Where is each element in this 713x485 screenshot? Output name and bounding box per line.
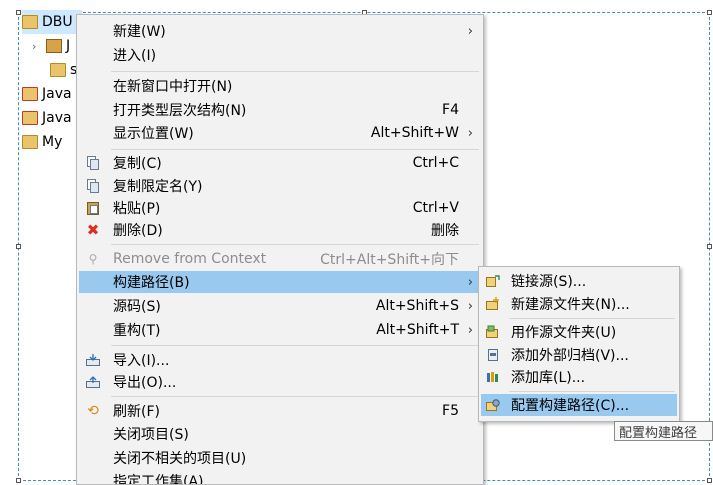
project-folder-icon bbox=[22, 15, 38, 29]
paste-icon bbox=[85, 200, 101, 216]
menu-item-copy-qualified-name[interactable]: 复制限定名(Y) bbox=[79, 175, 481, 197]
tree-item-label: My bbox=[42, 134, 63, 150]
tree-item-label: DBU bbox=[42, 14, 73, 30]
tree-item[interactable]: s bbox=[22, 58, 82, 82]
java-project-icon bbox=[22, 87, 38, 101]
menu-item-close-project[interactable]: 关闭项目(S) bbox=[79, 423, 481, 445]
menu-item-show-in[interactable]: 显示位置(W) Alt+Shift+W › bbox=[79, 122, 481, 144]
configure-build-path-icon bbox=[485, 397, 501, 413]
menu-separator bbox=[111, 149, 479, 150]
menu-item-new[interactable]: 新建(W) › bbox=[79, 20, 481, 42]
menu-item-go-into[interactable]: 进入(I) bbox=[79, 44, 481, 66]
project-folder-icon bbox=[22, 135, 38, 149]
copy-qualified-icon bbox=[85, 178, 101, 194]
menu-item-delete[interactable]: ✖ 删除(D) 删除 bbox=[79, 219, 481, 241]
tooltip: 配置构建路径 bbox=[614, 421, 713, 441]
menu-separator bbox=[111, 396, 479, 397]
resize-handle-top-left[interactable] bbox=[16, 10, 21, 15]
build-path-submenu: 链接源(S)... 新建源文件夹(N)... 用作源文件夹(U) 添加外部归档(… bbox=[478, 266, 680, 422]
package-icon bbox=[50, 63, 66, 77]
tree-item-label: Java bbox=[42, 86, 72, 102]
remove-context-icon: ⚲ bbox=[88, 252, 98, 266]
tree-item[interactable]: DBU bbox=[22, 10, 82, 34]
menu-item-remove-from-context: ⚲ Remove from Context Ctrl+Alt+Shift+向下 bbox=[79, 248, 481, 270]
tree-item[interactable]: My bbox=[22, 130, 82, 154]
menu-separator bbox=[509, 318, 675, 319]
resize-handle-middle-right[interactable] bbox=[707, 244, 712, 249]
chevron-right-icon: › bbox=[467, 125, 473, 141]
menu-item-source[interactable]: 源码(S) Alt+Shift+S › bbox=[79, 295, 481, 317]
link-source-icon bbox=[485, 273, 501, 289]
menu-separator bbox=[111, 71, 479, 72]
export-icon bbox=[85, 374, 101, 390]
chevron-right-icon: › bbox=[467, 274, 473, 290]
add-library-icon bbox=[485, 369, 501, 385]
resize-handle-bottom-left[interactable] bbox=[16, 478, 21, 483]
add-external-archive-icon bbox=[485, 347, 501, 363]
menu-separator bbox=[509, 391, 675, 392]
menu-item-open-type-hierarchy[interactable]: 打开类型层次结构(N) F4 bbox=[79, 99, 481, 121]
menu-item-copy[interactable]: 复制(C) Ctrl+C bbox=[79, 152, 481, 174]
menu-item-import[interactable]: 导入(I)... bbox=[79, 349, 481, 371]
menu-item-export[interactable]: 导出(O)... bbox=[79, 371, 481, 393]
chevron-right-icon: › bbox=[467, 298, 473, 314]
tree-item[interactable]: Java bbox=[22, 82, 82, 106]
menu-separator bbox=[111, 244, 479, 245]
tree-item-label: J bbox=[66, 38, 71, 54]
menu-item-close-unrelated-projects[interactable]: 关闭不相关的项目(U) bbox=[79, 447, 481, 469]
chevron-right-icon[interactable]: › bbox=[32, 40, 42, 53]
refresh-icon: ⟲ bbox=[87, 403, 99, 419]
context-menu: 新建(W) › 进入(I) 在新窗口中打开(N) 打开类型层次结构(N) F4 … bbox=[76, 14, 484, 485]
use-as-source-icon bbox=[485, 324, 501, 340]
project-explorer-tree: DBU › J s Java Java My bbox=[22, 10, 82, 154]
resize-handle-bottom-right[interactable] bbox=[707, 478, 712, 483]
menu-item-refactor[interactable]: 重构(T) Alt+Shift+T › bbox=[79, 319, 481, 341]
tree-item-label: Java bbox=[42, 110, 72, 126]
tree-item[interactable]: › J bbox=[22, 34, 82, 58]
resize-handle-top-right[interactable] bbox=[707, 10, 712, 15]
submenu-item-add-external-archive[interactable]: 添加外部归档(V)... bbox=[481, 344, 677, 366]
menu-item-refresh[interactable]: ⟲ 刷新(F) F5 bbox=[79, 400, 481, 422]
submenu-item-configure-build-path[interactable]: 配置构建路径(C)... bbox=[481, 394, 677, 416]
library-icon bbox=[46, 39, 62, 53]
submenu-item-use-as-source-folder[interactable]: 用作源文件夹(U) bbox=[481, 321, 677, 343]
copy-icon bbox=[85, 155, 101, 171]
tree-item[interactable]: Java bbox=[22, 106, 82, 130]
delete-icon: ✖ bbox=[86, 221, 100, 239]
submenu-item-link-source[interactable]: 链接源(S)... bbox=[481, 270, 677, 292]
chevron-right-icon: › bbox=[467, 23, 473, 39]
submenu-item-add-library[interactable]: 添加库(L)... bbox=[481, 366, 677, 388]
resize-handle-middle-left[interactable] bbox=[16, 244, 21, 249]
menu-item-paste[interactable]: 粘贴(P) Ctrl+V bbox=[79, 197, 481, 219]
new-source-folder-icon bbox=[485, 296, 501, 312]
menu-item-build-path[interactable]: 构建路径(B) › bbox=[79, 271, 481, 293]
import-icon bbox=[85, 352, 101, 368]
menu-item-open-new-window[interactable]: 在新窗口中打开(N) bbox=[79, 75, 481, 97]
menu-separator bbox=[111, 345, 479, 346]
chevron-right-icon: › bbox=[467, 322, 473, 338]
submenu-item-new-source-folder[interactable]: 新建源文件夹(N)... bbox=[481, 293, 677, 315]
java-project-icon bbox=[22, 111, 38, 125]
